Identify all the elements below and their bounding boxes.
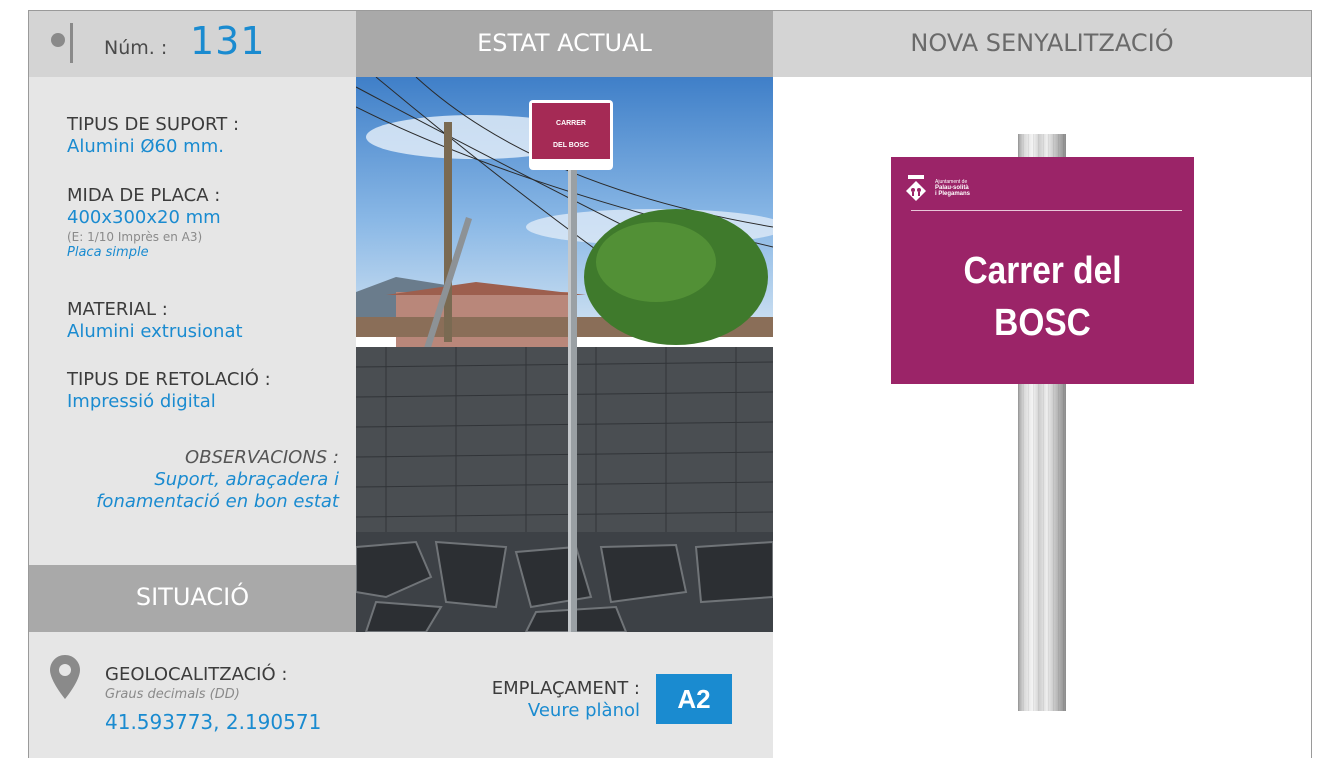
geolocation-label: GEOLOCALITZACIÓ : xyxy=(105,664,288,685)
municipal-shield-icon xyxy=(906,175,926,201)
photo-sign-line-2: DEL BOSC xyxy=(553,142,589,149)
number-header: Núm. : 131 xyxy=(29,11,356,77)
size-value: 400x300x20 mm xyxy=(67,207,221,228)
street-photo-illustration: CARRER DEL BOSC xyxy=(356,77,773,632)
material-block: MATERIAL : Alumini extrusionat xyxy=(67,299,243,343)
new-signage-title: NOVA SENYALITZACIÓ xyxy=(910,29,1174,57)
observations-line-1: Suport, abraçadera i xyxy=(154,469,339,490)
new-sign-plate: Ajuntament de Palau-solità i Plegamans C… xyxy=(891,157,1194,384)
placement-label: EMPLAÇAMENT : xyxy=(491,678,640,699)
current-state-photo: CARRER DEL BOSC xyxy=(356,77,773,632)
new-signage-header: NOVA SENYALITZACIÓ xyxy=(773,11,1311,77)
support-block: TIPUS DE SUPORT : Alumini Ø60 mm. xyxy=(67,114,239,158)
number-value: 131 xyxy=(190,19,266,63)
sign-line-1: Carrer del xyxy=(963,250,1122,292)
support-value: Alumini Ø60 mm. xyxy=(67,136,224,157)
observations-line-2: fonamentació en bon estat xyxy=(96,491,339,512)
placement-link[interactable]: Veure plànol xyxy=(492,700,640,722)
sign-divider xyxy=(911,210,1182,211)
current-state-title: ESTAT ACTUAL xyxy=(477,29,652,57)
situation-header: SITUACIÓ xyxy=(29,565,356,632)
size-label: MIDA DE PLACA : xyxy=(67,185,221,206)
current-state-header: ESTAT ACTUAL xyxy=(356,11,773,77)
location-pin-icon xyxy=(50,655,80,699)
support-label: TIPUS DE SUPORT : xyxy=(67,114,240,135)
marker-dot-icon xyxy=(51,33,65,47)
sign-street-name: Carrer del BOSC xyxy=(909,245,1176,349)
lettering-value: Impressió digital xyxy=(67,391,216,412)
sign-organisation: Ajuntament de Palau-solità i Plegamans xyxy=(935,179,970,197)
org-line-3: i Plegamans xyxy=(935,191,971,197)
observations-label: OBSERVACIONS : xyxy=(185,447,339,468)
geolocation-format: Graus decimals (DD) xyxy=(105,687,240,702)
sign-line-2: BOSC xyxy=(994,302,1091,344)
material-value: Alumini extrusionat xyxy=(67,321,243,342)
placement-block: EMPLAÇAMENT : Veure plànol xyxy=(492,678,640,722)
observations-block: OBSERVACIONS : Suport, abraçadera i fona… xyxy=(96,447,339,513)
number-label: Núm. : xyxy=(104,37,168,59)
lettering-label: TIPUS DE RETOLACIÓ : xyxy=(67,369,271,390)
photo-sign-line-1: CARRER xyxy=(556,120,586,127)
marker-bar xyxy=(70,23,73,63)
zone-badge: A2 xyxy=(656,674,732,724)
lettering-block: TIPUS DE RETOLACIÓ : Impressió digital xyxy=(67,369,271,413)
size-type: Placa simple xyxy=(67,245,149,260)
geolocation-value: 41.593773, 2.190571 xyxy=(105,710,322,734)
situation-title: SITUACIÓ xyxy=(135,583,250,611)
size-note: (E: 1/10 Imprès en A3) xyxy=(67,230,203,244)
specs-panel: Núm. : 131 TIPUS DE SUPORT : Alumini Ø60… xyxy=(29,11,356,758)
size-block: MIDA DE PLACA : 400x300x20 mm (E: 1/10 I… xyxy=(67,185,221,261)
material-label: MATERIAL : xyxy=(67,299,168,320)
